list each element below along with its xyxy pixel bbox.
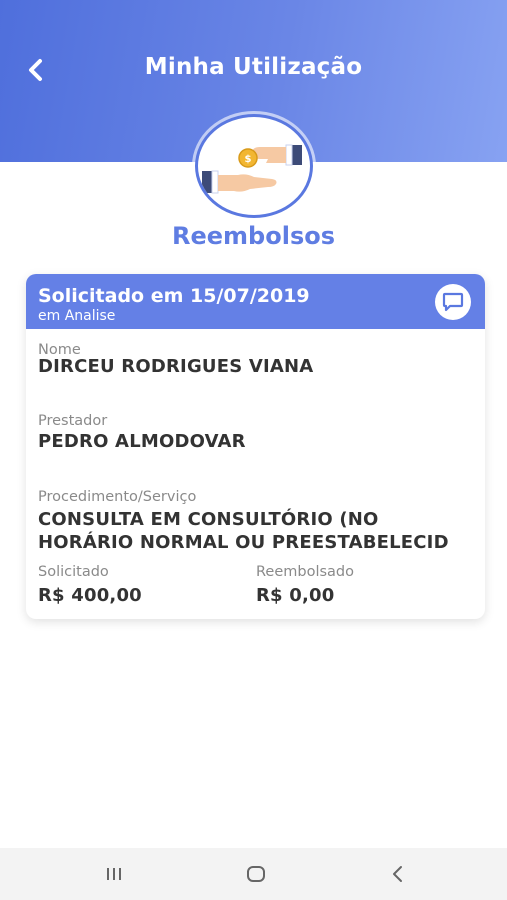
request-date: Solicitado em 15/07/2019 (38, 285, 310, 307)
procedimento-label: Procedimento/Serviço (38, 489, 197, 505)
card-header: Solicitado em 15/07/2019 em Analise (26, 274, 485, 329)
recent-apps-icon (107, 868, 121, 880)
solicitado-label: Solicitado (38, 564, 109, 580)
home-icon (247, 866, 265, 882)
chat-button[interactable] (435, 284, 471, 320)
hand-coin-refund-icon: $ (202, 144, 302, 194)
reembolsado-value: R$ 0,00 (256, 585, 335, 606)
system-navigation-bar (0, 848, 507, 900)
solicitado-value: R$ 400,00 (38, 585, 142, 606)
back-nav-button[interactable] (378, 860, 418, 888)
recent-apps-button[interactable] (94, 860, 134, 888)
reembolsado-label: Reembolsado (256, 564, 355, 580)
page-title: Minha Utilização (144, 54, 363, 80)
back-icon (393, 866, 402, 882)
procedimento-value-line1: CONSULTA EM CONSULTÓRIO (NO (38, 509, 379, 530)
reimbursement-card[interactable]: Solicitado em 15/07/2019 em Analise Nome… (26, 274, 485, 619)
svg-text:$: $ (245, 154, 252, 165)
prestador-value: PEDRO ALMODOVAR (38, 431, 246, 452)
chat-bubble-icon (442, 292, 464, 312)
section-title: Reembolsos (172, 222, 335, 250)
home-button[interactable] (236, 860, 276, 888)
procedimento-value-line2: HORÁRIO NORMAL OU PREESTABELECID (38, 532, 449, 553)
nome-value: DIRCEU RODRIGUES VIANA (38, 356, 314, 377)
prestador-label: Prestador (38, 413, 108, 429)
reimbursement-illustration: $ (195, 114, 313, 218)
status-text: em Analise (38, 308, 116, 324)
